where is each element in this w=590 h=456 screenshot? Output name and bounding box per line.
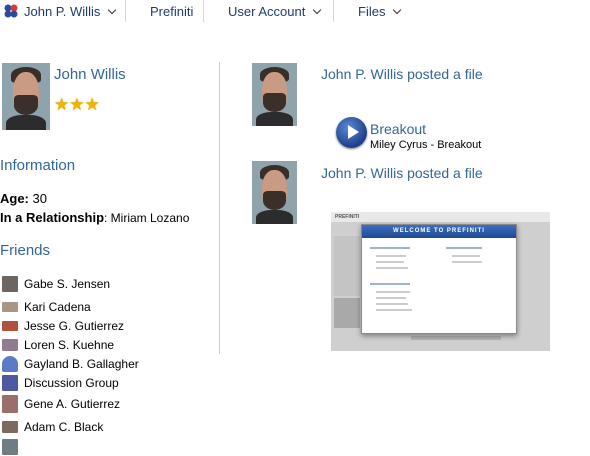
group-icon — [2, 375, 18, 391]
nav-item-prefiniti[interactable]: Prefiniti — [150, 0, 193, 22]
nav-divider — [125, 0, 126, 22]
friend-name: Kari Cadena — [24, 300, 91, 314]
relationship-value: : Miriam Lozano — [104, 211, 190, 225]
welcome-dialog: WELCOME TO PREFINITI — [361, 224, 517, 334]
media-subtitle: Miley Cyrus - Breakout — [370, 139, 482, 151]
friend-avatar — [2, 421, 18, 433]
user-menu-label: John P. Willis — [24, 3, 101, 19]
chevron-down-icon — [393, 5, 402, 14]
friend-item[interactable]: Gayland B. Gallagher — [2, 355, 139, 373]
age-label: Age: — [0, 191, 29, 206]
friend-avatar — [2, 439, 18, 455]
friend-name: Discussion Group — [24, 376, 119, 390]
friend-name: Gayland B. Gallagher — [24, 357, 139, 371]
friend-avatar — [2, 339, 18, 351]
friend-name: Jesse G. Gutierrez — [24, 319, 125, 333]
column-divider — [219, 62, 220, 354]
star-icon: ★ — [54, 95, 70, 114]
feed-headline[interactable]: John P. Willis posted a file — [321, 66, 483, 82]
friend-item[interactable]: Adam C. Black — [2, 418, 103, 436]
relationship-label: In a Relationship — [0, 210, 105, 225]
relationship-line: In a Relationship: Miriam Lozano — [0, 210, 189, 225]
friend-item[interactable]: Jesse G. Gutierrez — [2, 317, 124, 335]
friend-item[interactable]: Kari Cadena — [2, 298, 91, 316]
friends-heading: Friends — [0, 242, 51, 259]
friend-name: Adam C. Black — [24, 420, 104, 434]
age-line: Age: 30 — [0, 191, 47, 206]
friend-avatar — [2, 276, 18, 292]
nav-divider — [333, 0, 334, 22]
information-heading: Information — [0, 157, 76, 174]
feed-headline[interactable]: John P. Willis posted a file — [321, 165, 483, 181]
app-logo-icon — [4, 4, 18, 18]
nav-item-files[interactable]: Files — [358, 0, 402, 22]
feed-avatar[interactable] — [252, 63, 297, 126]
profile-name[interactable]: John Willis — [54, 66, 126, 83]
chevron-down-icon — [313, 5, 322, 14]
friend-name: Gene A. Gutierrez — [24, 397, 121, 411]
age-value: 30 — [32, 191, 47, 206]
friend-item[interactable]: Loren S. Kuehne — [2, 336, 114, 354]
friend-avatar — [2, 321, 18, 331]
nav-divider — [203, 0, 204, 22]
friend-name: Loren S. Kuehne — [24, 338, 115, 352]
nav-item-label: User Account — [228, 3, 306, 19]
profile-avatar[interactable] — [2, 63, 50, 130]
screenshot-thumbnail[interactable]: PREFINITI WELCOME TO PREFINITI — [331, 212, 550, 351]
friend-avatar — [2, 395, 18, 413]
feed-avatar[interactable] — [252, 161, 297, 224]
top-nav: John P. Willis Prefiniti User Account Fi… — [0, 0, 590, 22]
welcome-dialog-title: WELCOME TO PREFINITI — [362, 225, 516, 238]
user-icon — [2, 356, 18, 372]
nav-item-label: Files — [358, 3, 386, 19]
friend-item[interactable]: Gabe S. Jensen — [2, 275, 110, 293]
friend-name: Gabe S. Jensen — [24, 277, 111, 291]
star-icon: ★ — [84, 95, 100, 114]
star-icon: ★ — [69, 95, 85, 114]
play-icon[interactable] — [336, 117, 367, 148]
user-menu[interactable]: John P. Willis — [24, 0, 117, 22]
rating-stars: ★★★ — [54, 95, 100, 115]
friend-avatar — [2, 302, 18, 312]
nav-item-user-account[interactable]: User Account — [228, 0, 322, 22]
friend-item[interactable]: Gene A. Gutierrez — [2, 395, 120, 413]
nav-item-label: Prefiniti — [150, 3, 194, 19]
friend-item[interactable]: Discussion Group — [2, 374, 119, 392]
media-title[interactable]: Breakout — [370, 121, 426, 137]
friend-item-partial — [2, 438, 24, 456]
chevron-down-icon — [108, 5, 117, 14]
